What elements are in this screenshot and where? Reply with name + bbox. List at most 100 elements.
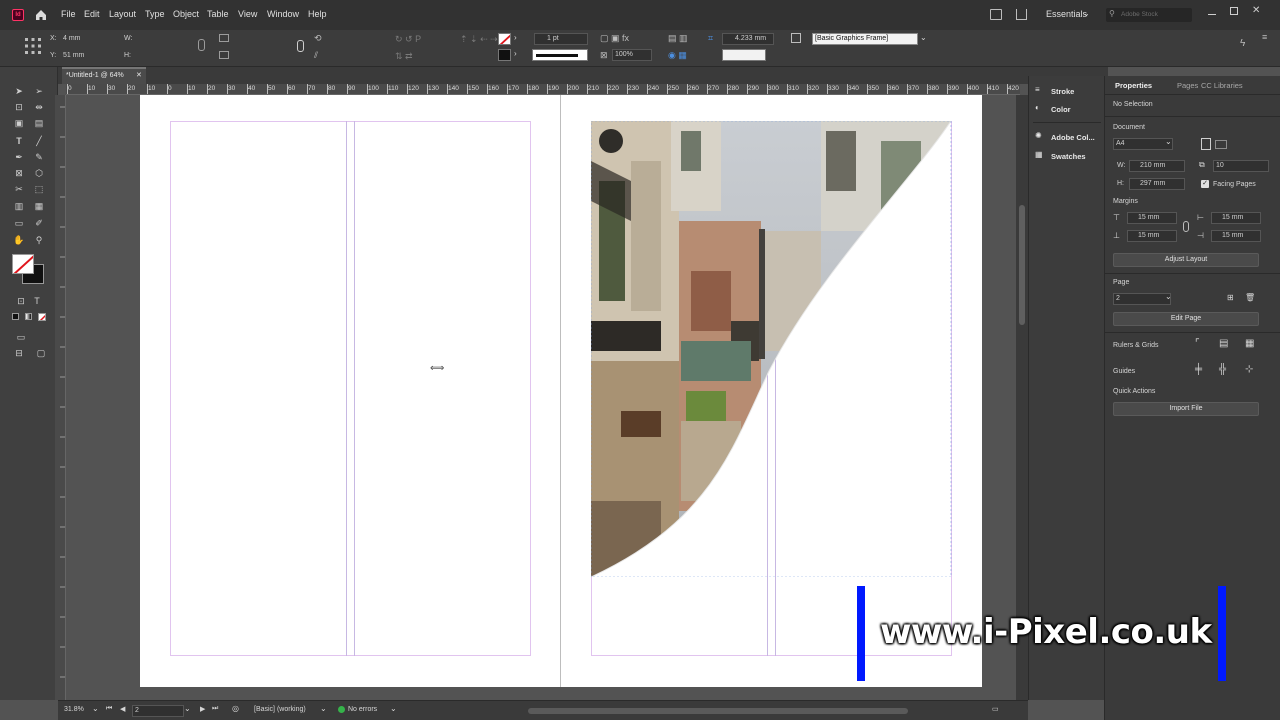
workspace-chevron-icon[interactable]: ⌄ [1083,9,1090,18]
screen-mode-icon[interactable]: ▭ [14,331,28,343]
horizontal-ruler[interactable]: 0 10 30 20 10 0 10 20 30 40 50 60 70 80 90 100 110 120 130… [66,84,1020,95]
effects-icons[interactable]: ◉ ▦ [668,50,687,61]
margin-top-field[interactable]: 15 mm [1127,212,1177,224]
scale-x-icon[interactable] [219,34,229,42]
vertical-scroll-thumb[interactable] [1019,205,1025,325]
tab-pages[interactable]: Pages [1177,81,1198,90]
minimize-icon[interactable] [1208,14,1216,15]
content-collector-icon[interactable]: ▣ [12,117,26,129]
dock-item-swatches[interactable]: Swatches [1051,152,1086,161]
flip-icons[interactable]: ⇅ ⇄ [395,51,413,62]
link-icon[interactable] [297,40,304,52]
margin-link-icon[interactable] [1183,221,1189,232]
page-left[interactable] [140,95,561,687]
text-wrap-icons[interactable]: ▤ ▥ [668,33,688,44]
pasteboard[interactable]: ⟺ [66,95,1020,700]
stroke-chevron-icon[interactable]: › [514,49,517,58]
ruler-toggle-icon[interactable]: ⌜ [1195,338,1200,349]
frame-style-icon[interactable] [791,33,801,43]
gap-tool-icon[interactable]: ⇹ [32,101,46,113]
opacity-icon[interactable]: ⊠ [600,50,608,61]
margin-outside-field[interactable]: 15 mm [1211,230,1261,242]
rotate-90-icons[interactable]: ↻ ↺ P [395,34,421,45]
document-preset-dropdown[interactable]: A4 [1113,138,1173,150]
share-icon[interactable] [990,9,1002,20]
free-transform-tool-icon[interactable]: ⬚ [32,183,46,195]
workspace-switcher[interactable]: Essentials [1046,9,1087,19]
margin-inside-field[interactable]: 15 mm [1211,212,1261,224]
preflight-chevron-icon[interactable]: ⌄ [320,704,327,713]
hand-tool-icon[interactable]: ✋ [12,234,26,246]
pages-count-field[interactable]: 10 [1213,160,1269,172]
gradient-swatch-tool-icon[interactable]: ▥ [12,200,26,212]
import-file-button[interactable]: Import File [1113,402,1259,416]
w-field[interactable] [134,33,184,45]
dock-item-color[interactable]: Color [1051,105,1071,114]
dock-item-adobe-color[interactable]: Adobe Col... [1051,133,1095,142]
scissors-tool-icon[interactable]: ✂ [12,183,26,195]
menu-layout[interactable]: Layout [109,9,136,19]
direct-selection-tool-icon[interactable]: ➢ [32,85,46,97]
menu-table[interactable]: Table [207,9,229,19]
open-page-icon[interactable]: ◎ [232,704,239,713]
page-select[interactable]: 2 [1113,293,1171,305]
facing-pages-checkbox[interactable]: ✓ [1201,180,1209,188]
page-chevron-icon[interactable]: ⌄ [184,704,191,713]
rotate-angle-field[interactable] [327,33,379,45]
menu-help[interactable]: Help [308,9,327,19]
rotate-icon[interactable]: ⟲ [314,33,322,44]
close-icon[interactable]: ✕ [1252,5,1260,16]
horizontal-scroll-thumb[interactable] [528,708,908,714]
fill-chevron-icon[interactable]: › [514,33,517,42]
lightning-icon[interactable]: ϟ [1240,38,1245,49]
rotate-field[interactable] [245,33,289,45]
tab-close-icon[interactable]: ✕ [136,71,142,79]
scroll-right-icon[interactable]: ▭ [992,705,999,713]
orientation-portrait-icon[interactable] [1201,138,1211,150]
page-select-chevron-icon[interactable]: ⌄ [1165,292,1172,301]
baseline-grid-icon[interactable]: ▤ [1219,338,1228,349]
opacity-field[interactable]: 100% [612,49,652,61]
type-tool-icon[interactable]: T [12,135,26,147]
pen-tool-icon[interactable]: ✒ [12,151,26,163]
shear-icon[interactable]: ⫽ [314,50,318,61]
x-field[interactable]: 4 mm [60,33,112,45]
selection-tool-icon[interactable]: ➤ [12,85,26,97]
line-tool-icon[interactable]: ╱ [32,135,46,147]
page-height-field[interactable]: 297 mm [1129,178,1185,190]
reference-point-icon[interactable] [24,37,42,55]
tab-properties[interactable]: Properties [1115,81,1152,90]
page-right[interactable] [561,95,982,687]
h-field[interactable] [134,50,184,62]
constrain-proportions-icon[interactable] [198,39,205,51]
preflight-errors[interactable]: No errors [348,706,377,713]
vertical-ruler[interactable] [55,95,66,700]
add-page-icon[interactable]: ⊞ [1227,293,1234,302]
apply-gradient-icon[interactable] [25,313,32,320]
menu-edit[interactable]: Edit [84,9,100,19]
preflight-profile[interactable]: [Basic] (working) [254,706,306,713]
object-style-chevron-icon[interactable]: ⌄ [920,33,927,42]
swatches-icon[interactable]: ▦ [1035,150,1043,159]
home-icon[interactable] [34,8,48,22]
zoom-level[interactable]: 31.8% [64,706,84,713]
gradient-feather-tool-icon[interactable]: ▦ [32,200,46,212]
apply-color-icon[interactable] [12,313,19,320]
view-options-icon[interactable]: ▢ [34,347,48,359]
adobe-color-icon[interactable]: ✺ [1035,131,1042,140]
document-grid-icon[interactable]: ▦ [1245,338,1254,349]
stroke-swatch[interactable] [498,49,511,61]
show-guides-icon[interactable]: ╪ [1195,364,1202,375]
preview-mode-icon[interactable]: ⊟ [12,347,26,359]
zoom-chevron-icon[interactable]: ⌄ [92,704,99,713]
stroke-type-dropdown[interactable] [532,49,588,61]
polygon-tool-icon[interactable]: ⬡ [32,167,46,179]
menu-window[interactable]: Window [267,9,299,19]
margin-bottom-field[interactable]: 15 mm [1127,230,1177,242]
content-placer-icon[interactable]: ▤ [32,117,46,129]
color-panel-icon[interactable]: ◐ [1035,103,1040,112]
tab-cc-libraries[interactable]: CC Libraries [1201,81,1243,90]
stroke-panel-icon[interactable]: ≡ [1035,85,1040,94]
preset-chevron-icon[interactable]: ⌄ [1165,137,1172,146]
smart-guides-icon[interactable]: ⊹ [1245,364,1253,375]
